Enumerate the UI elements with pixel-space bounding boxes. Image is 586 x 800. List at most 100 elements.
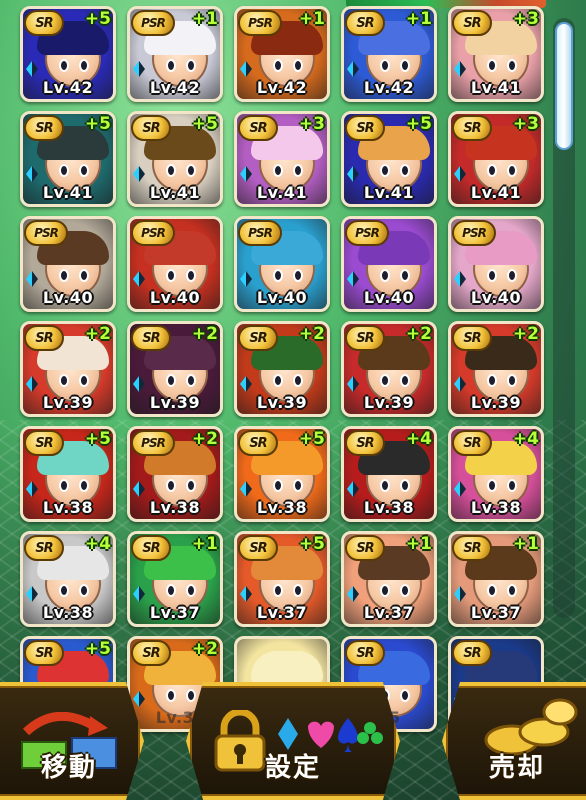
- position-diamond-icon: [347, 376, 359, 392]
- bonus-count: +5: [298, 429, 325, 449]
- bonus-count: +4: [512, 429, 539, 449]
- move-button[interactable]: 移動: [0, 682, 144, 800]
- character-eye: [487, 584, 497, 597]
- rarity-badge: PSR: [24, 220, 68, 246]
- card-level: Lv.41: [470, 183, 522, 202]
- character-eye: [380, 59, 390, 72]
- settings-button[interactable]: 設定: [186, 682, 400, 800]
- card-level: Lv.41: [363, 183, 415, 202]
- player-card[interactable]: SR +2 Lv.39: [20, 321, 116, 417]
- player-card[interactable]: SR +5 Lv.41: [341, 111, 437, 207]
- rarity-badge: SR: [345, 10, 385, 36]
- position-diamond-icon: [454, 481, 466, 497]
- character-eye: [166, 584, 176, 597]
- bonus-count: +1: [405, 9, 432, 29]
- player-card[interactable]: SR +3 Lv.41: [448, 111, 544, 207]
- character-eye: [293, 269, 303, 282]
- position-diamond-icon: [347, 481, 359, 497]
- character-eye: [273, 164, 283, 177]
- bonus-count: +5: [405, 114, 432, 134]
- character-eye: [59, 479, 69, 492]
- character-eye: [507, 584, 517, 597]
- player-card[interactable]: SR +4 Lv.38: [341, 426, 437, 522]
- character-eye: [400, 479, 410, 492]
- character-eye: [79, 374, 89, 387]
- player-card[interactable]: SR +3 Lv.41: [234, 111, 330, 207]
- position-diamond-icon: [26, 271, 38, 287]
- bonus-count: +1: [405, 534, 432, 554]
- card-level: Lv.39: [149, 393, 201, 412]
- player-card[interactable]: PSR Lv.40: [341, 216, 437, 312]
- rarity-badge: SR: [238, 430, 278, 456]
- player-card[interactable]: SR +5 Lv.38: [20, 426, 116, 522]
- position-diamond-icon: [26, 586, 38, 602]
- player-card[interactable]: PSR Lv.40: [20, 216, 116, 312]
- rarity-badge: SR: [345, 535, 385, 561]
- character-eye: [59, 164, 69, 177]
- rarity-badge: SR: [24, 10, 64, 36]
- sell-button[interactable]: 売却: [442, 682, 586, 800]
- character-eye: [79, 59, 89, 72]
- character-eye: [487, 59, 497, 72]
- character-eye: [507, 269, 517, 282]
- player-card[interactable]: SR +4 Lv.38: [448, 426, 544, 522]
- bonus-count: +3: [298, 114, 325, 134]
- character-eye: [380, 479, 390, 492]
- card-level: Lv.39: [363, 393, 415, 412]
- character-eye: [293, 479, 303, 492]
- player-card[interactable]: SR +1 Lv.42: [341, 6, 437, 102]
- player-card[interactable]: SR +5 Lv.41: [20, 111, 116, 207]
- rarity-badge: SR: [452, 325, 492, 351]
- character-eye: [166, 479, 176, 492]
- player-card[interactable]: SR +5 Lv.37: [234, 531, 330, 627]
- bonus-count: +5: [84, 639, 111, 659]
- player-card[interactable]: SR +2 Lv.39: [234, 321, 330, 417]
- rarity-badge: SR: [345, 115, 385, 141]
- player-card[interactable]: SR +2 Lv.39: [448, 321, 544, 417]
- player-card[interactable]: SR +1 Lv.37: [127, 531, 223, 627]
- player-card[interactable]: SR +5 Lv.41: [127, 111, 223, 207]
- player-card[interactable]: SR +2 Lv.39: [341, 321, 437, 417]
- player-card[interactable]: PSR +1 Lv.42: [234, 6, 330, 102]
- character-eye: [380, 269, 390, 282]
- position-diamond-icon: [26, 166, 38, 182]
- rarity-badge: SR: [24, 115, 64, 141]
- character-eye: [487, 479, 497, 492]
- player-card[interactable]: SR +2 Lv.39: [127, 321, 223, 417]
- bonus-count: +1: [191, 9, 218, 29]
- card-level: Lv.37: [363, 603, 415, 622]
- character-eye: [293, 164, 303, 177]
- card-level: Lv.40: [256, 288, 308, 307]
- character-eye: [380, 374, 390, 387]
- player-card[interactable]: PSR Lv.40: [127, 216, 223, 312]
- player-card[interactable]: SR +5 Lv.42: [20, 6, 116, 102]
- position-diamond-icon: [26, 481, 38, 497]
- player-card[interactable]: SR +3 Lv.41: [448, 6, 544, 102]
- character-eye: [186, 269, 196, 282]
- card-level: Lv.40: [363, 288, 415, 307]
- rarity-badge: SR: [452, 640, 492, 666]
- player-card[interactable]: PSR Lv.40: [234, 216, 330, 312]
- player-card[interactable]: SR +5 Lv.38: [234, 426, 330, 522]
- position-diamond-icon: [240, 586, 252, 602]
- rarity-badge: SR: [24, 325, 64, 351]
- scrollbar[interactable]: [553, 18, 575, 618]
- bonus-count: +2: [298, 324, 325, 344]
- player-card[interactable]: PSR +2 Lv.38: [127, 426, 223, 522]
- character-eye: [59, 59, 69, 72]
- player-card[interactable]: PSR Lv.40: [448, 216, 544, 312]
- player-card[interactable]: PSR +1 Lv.42: [127, 6, 223, 102]
- bonus-count: +2: [84, 324, 111, 344]
- scrollbar-thumb[interactable]: [555, 22, 573, 150]
- rarity-badge: SR: [452, 10, 492, 36]
- character-eye: [400, 584, 410, 597]
- card-level: Lv.38: [470, 498, 522, 517]
- character-eye: [79, 164, 89, 177]
- player-card[interactable]: SR +4 Lv.38: [20, 531, 116, 627]
- player-card[interactable]: SR +1 Lv.37: [341, 531, 437, 627]
- player-card[interactable]: SR +1 Lv.37: [448, 531, 544, 627]
- character-eye: [487, 269, 497, 282]
- card-level: Lv.40: [470, 288, 522, 307]
- character-eye: [186, 59, 196, 72]
- character-eye: [507, 59, 517, 72]
